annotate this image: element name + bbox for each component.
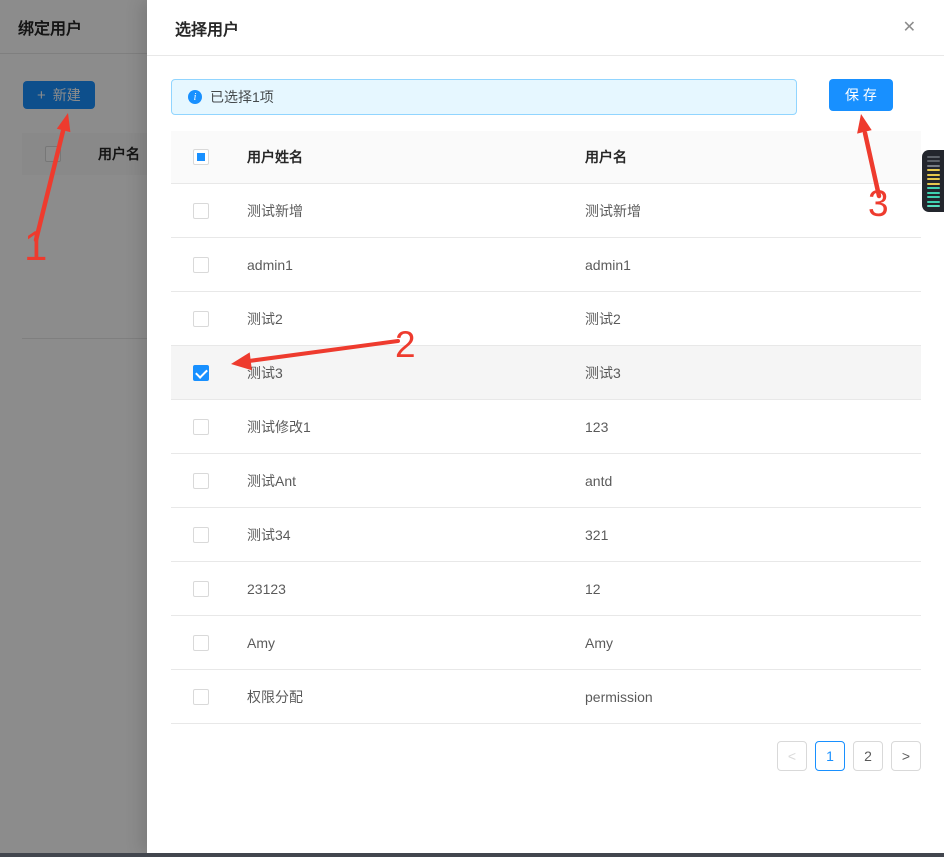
drawer-title: 选择用户 xyxy=(175,16,899,40)
cell-username: admin1 xyxy=(585,257,921,273)
selection-alert: i 已选择1项 xyxy=(171,79,797,115)
row-checkbox[interactable] xyxy=(193,527,209,543)
widget-meter-bar xyxy=(927,174,940,176)
drawer-mask[interactable] xyxy=(0,0,147,853)
table-row[interactable]: admin1admin1 xyxy=(171,238,921,292)
widget-meter-bar xyxy=(927,187,940,189)
row-checkbox-cell xyxy=(171,689,247,705)
browser-extension-widget[interactable] xyxy=(922,150,944,212)
row-checkbox[interactable] xyxy=(193,203,209,219)
column-header-name: 用户姓名 xyxy=(247,147,585,167)
selection-alert-text: 已选择1项 xyxy=(210,87,274,107)
table-row[interactable]: 测试34321 xyxy=(171,508,921,562)
drawer-header: 选择用户 ✕ xyxy=(147,0,944,56)
widget-meter-bar xyxy=(927,196,940,198)
table-row[interactable]: 2312312 xyxy=(171,562,921,616)
row-checkbox-cell xyxy=(171,635,247,651)
table-row[interactable]: 测试3测试3 xyxy=(171,346,921,400)
widget-meter-bar xyxy=(927,156,940,158)
pagination-page-1[interactable]: 1 xyxy=(815,741,845,771)
window-bottom-edge xyxy=(0,853,944,857)
widget-meter-bar xyxy=(927,205,940,207)
cell-user-name: admin1 xyxy=(247,257,585,273)
cell-user-name: 测试2 xyxy=(247,309,585,329)
widget-meter-bar xyxy=(927,178,940,180)
table-row[interactable]: 权限分配permission xyxy=(171,670,921,724)
table-row[interactable]: 测试新增测试新增 xyxy=(171,184,921,238)
pagination-prev-button[interactable]: < xyxy=(777,741,807,771)
cell-user-name: 测试34 xyxy=(247,525,585,545)
save-button[interactable]: 保 存 xyxy=(829,79,893,111)
cell-username: 测试2 xyxy=(585,309,921,329)
cell-username: 321 xyxy=(585,527,921,543)
row-checkbox[interactable] xyxy=(193,635,209,651)
cell-user-name: 测试3 xyxy=(247,363,585,383)
info-icon: i xyxy=(188,90,202,104)
row-checkbox-cell xyxy=(171,473,247,489)
row-checkbox-cell xyxy=(171,527,247,543)
widget-meter-bar xyxy=(927,169,940,171)
pagination-page-2[interactable]: 2 xyxy=(853,741,883,771)
table-row[interactable]: 测试Antantd xyxy=(171,454,921,508)
toolbar: i 已选择1项 保 存 xyxy=(171,79,920,115)
table-row[interactable]: 测试修改1123 xyxy=(171,400,921,454)
column-header-username: 用户名 xyxy=(585,147,921,167)
table-row[interactable]: 测试2测试2 xyxy=(171,292,921,346)
widget-meter-bar xyxy=(927,160,940,162)
user-table-body: 测试新增测试新增admin1admin1测试2测试2测试3测试3测试修改1123… xyxy=(171,184,921,724)
row-checkbox[interactable] xyxy=(193,689,209,705)
close-icon[interactable]: ✕ xyxy=(899,16,920,40)
row-checkbox[interactable] xyxy=(193,419,209,435)
cell-username: 12 xyxy=(585,581,921,597)
row-checkbox[interactable] xyxy=(193,473,209,489)
row-checkbox[interactable] xyxy=(193,365,209,381)
user-table: 用户姓名 用户名 测试新增测试新增admin1admin1测试2测试2测试3测试… xyxy=(171,131,921,724)
cell-user-name: 23123 xyxy=(247,581,585,597)
widget-meter-bar xyxy=(927,183,940,185)
cell-username: 测试新增 xyxy=(585,201,921,221)
cell-username: Amy xyxy=(585,635,921,651)
row-checkbox-cell xyxy=(171,581,247,597)
select-all-checkbox[interactable] xyxy=(193,149,209,165)
screen: 绑定用户 + 新建 用户名 选择用户 ✕ i 已选择1项 保 存 xyxy=(0,0,944,857)
cell-username: 123 xyxy=(585,419,921,435)
row-checkbox-cell xyxy=(171,203,247,219)
widget-meter-bar xyxy=(927,165,940,167)
row-checkbox[interactable] xyxy=(193,311,209,327)
row-checkbox-cell xyxy=(171,365,247,381)
table-header-row: 用户姓名 用户名 xyxy=(171,131,921,184)
cell-user-name: 测试修改1 xyxy=(247,417,585,437)
cell-username: 测试3 xyxy=(585,363,921,383)
row-checkbox[interactable] xyxy=(193,581,209,597)
pagination-next-button[interactable]: > xyxy=(891,741,921,771)
table-row[interactable]: AmyAmy xyxy=(171,616,921,670)
widget-meter-bar xyxy=(927,201,940,203)
pagination: <12 > xyxy=(171,741,921,771)
row-checkbox[interactable] xyxy=(193,257,209,273)
cell-user-name: 测试新增 xyxy=(247,201,585,221)
drawer-body: i 已选择1项 保 存 用户姓名 用户名 测试新增测试新增admin1admin… xyxy=(147,56,944,771)
cell-user-name: Amy xyxy=(247,635,585,651)
widget-meter-bar xyxy=(927,192,940,194)
row-checkbox-cell xyxy=(171,257,247,273)
row-checkbox-cell xyxy=(171,419,247,435)
cell-user-name: 测试Ant xyxy=(247,471,585,491)
row-checkbox-cell xyxy=(171,311,247,327)
cell-user-name: 权限分配 xyxy=(247,687,585,707)
cell-username: permission xyxy=(585,689,921,705)
header-checkbox-cell xyxy=(171,149,247,165)
select-user-drawer: 选择用户 ✕ i 已选择1项 保 存 用户姓名 用户名 测试新增测试 xyxy=(147,0,944,853)
cell-username: antd xyxy=(585,473,921,489)
